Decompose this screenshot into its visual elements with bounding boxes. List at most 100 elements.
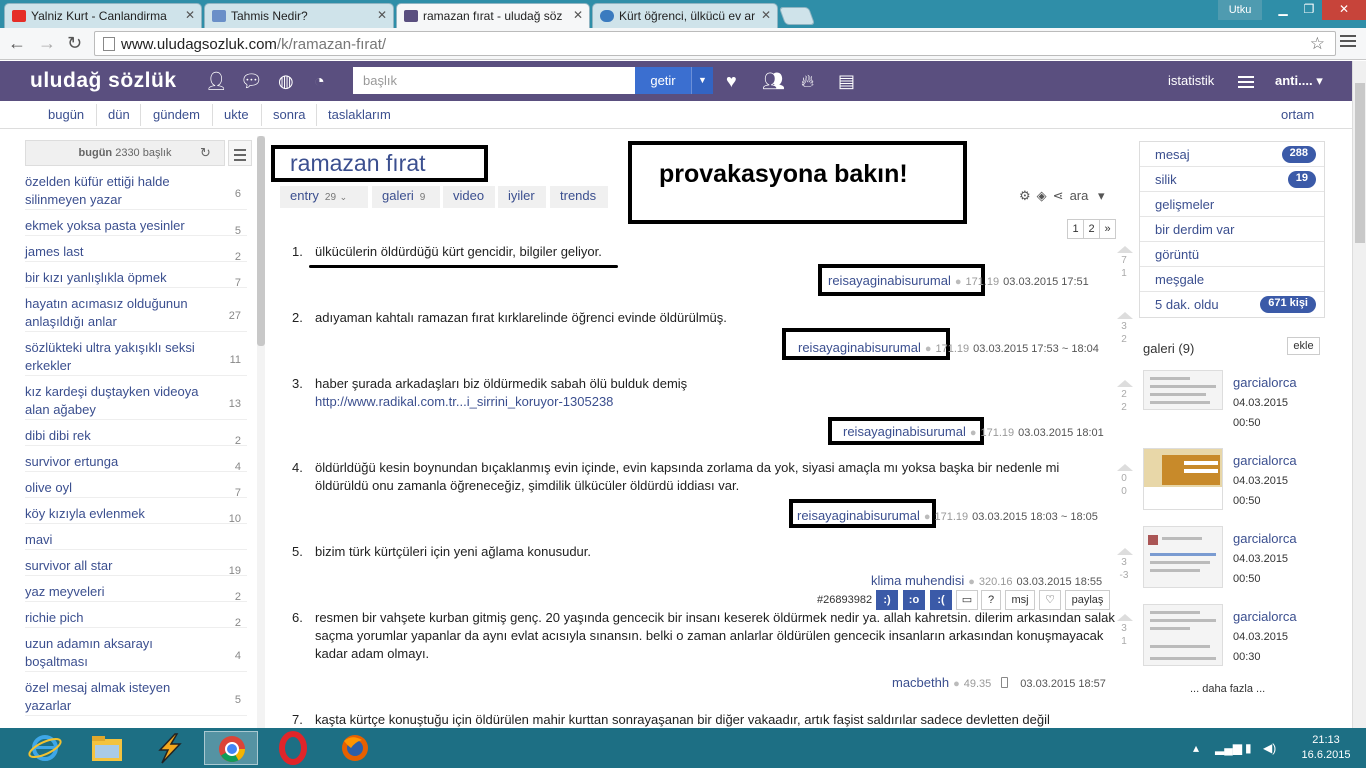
entry-date[interactable]: 03.03.2015 17:53 ~ 18:04 [973,343,1099,355]
browser-tab-kurt-ogrenci[interactable]: Kürt öğrenci, ülkücü ev ar ✕ [592,3,778,28]
sidebar-topic[interactable]: survivor all star 19 [25,557,247,577]
comment-icon[interactable]: ▭ [956,590,978,610]
gallery-thumbnail[interactable] [1143,448,1223,510]
entry-date[interactable]: 03.03.2015 18:01 [1018,427,1104,439]
menu-gelismeler[interactable]: gelişmeler [1140,192,1324,217]
gallery-thumbnail[interactable] [1143,370,1223,410]
back-icon[interactable]: ← [8,34,26,52]
minimize-button[interactable]: ▁ [1270,0,1296,20]
sidebar-topic[interactable]: hayatın acımasız olduğunun anlaşıldığı a… [25,295,247,332]
upvote-icon[interactable] [1117,464,1133,471]
network-icon[interactable]: ▂▄▆ [1215,741,1242,755]
share-button[interactable]: paylaş [1065,590,1110,610]
sidebar-topic[interactable]: uzun adamın aksarayı boşaltması 4 [25,635,247,672]
fire-icon[interactable]: 🔥︎ [801,71,814,91]
entry-author[interactable]: reisayaginabisurumal [843,424,966,439]
entry-date[interactable]: 03.03.2015 18:55 [1017,576,1103,588]
menu-icon[interactable] [1238,76,1254,91]
browser-menu-icon[interactable] [1340,35,1356,50]
vote-column[interactable]: 22 [1117,380,1133,414]
sidebar-topic[interactable]: bir kızı yanlışlıkla öpmek 7 [25,269,247,289]
taskbar-clock[interactable]: 21:13 16.6.2015 [1296,733,1356,763]
forward-icon[interactable]: → [38,34,56,52]
gallery-user[interactable]: garcialorca [1233,453,1297,468]
firefox-icon[interactable] [328,731,382,765]
site-logo[interactable]: uludağ sözlük [30,69,177,93]
share-icon[interactable]: ⋖ [1053,188,1064,203]
window-close-button[interactable]: ✕ [1322,0,1366,20]
tab-entry[interactable]: entry 29 ⌄ [280,186,368,208]
subnav-gundem[interactable]: gündem [153,107,200,122]
vote-column[interactable]: 3 -3 [1117,548,1133,582]
sidebar-topic[interactable]: olive oyl 7 [25,479,247,499]
sidebar-topic[interactable]: mavi [25,531,247,550]
vote-column[interactable]: 71 [1117,246,1133,280]
entry-date[interactable]: 03.03.2015 17:51 [1003,276,1089,288]
pie-chart-icon[interactable]: ◔ [314,71,325,91]
gallery-user[interactable]: garcialorca [1233,531,1297,546]
menu-mesgale[interactable]: meşgale [1140,267,1324,292]
sidebar-topic[interactable]: ekmek yoksa pasta yesinler 5 [25,217,247,237]
menu-mesaj[interactable]: mesaj 288 [1140,142,1324,167]
gallery-user[interactable]: garcialorca [1233,375,1297,390]
subnav-bugun[interactable]: bugün [48,107,84,122]
sidebar-topic[interactable]: özelden küfür ettiği halde silinmeyen ya… [25,173,247,210]
search-link[interactable]: ara ▾ [1070,188,1111,203]
tab-video[interactable]: video [443,186,495,208]
entry-author[interactable]: klima muhendisi [871,573,964,588]
file-explorer-icon[interactable] [80,731,134,765]
refresh-icon[interactable]: ↻ [200,145,211,161]
user-menu[interactable]: anti.... ▾ [1275,73,1323,89]
browser-user-badge[interactable]: Utku [1218,0,1262,20]
subnav-ukte[interactable]: ukte [224,107,249,122]
search-button[interactable]: getir [635,67,691,94]
sidebar-scrollbar[interactable] [257,136,265,728]
close-icon[interactable]: ✕ [573,8,583,22]
heart-icon[interactable]: ♡ [1039,590,1061,610]
sidebar-topic[interactable]: kız kardeşi duştayken videoya alan ağabe… [25,383,247,420]
upvote-icon[interactable] [1117,312,1133,319]
gallery-add-button[interactable]: ekle [1287,337,1320,355]
maximize-button[interactable]: ❐ [1296,0,1322,20]
winamp-icon[interactable] [142,731,196,765]
sidebar-topic[interactable]: dibi dibi rek 2 [25,427,247,447]
user-icon[interactable]: 👤︎ [205,71,228,91]
subnav-dun[interactable]: dün [108,107,130,122]
tab-trends[interactable]: trends [550,186,608,208]
page-1-button[interactable]: 1 [1067,219,1084,239]
upvote-icon[interactable] [1117,380,1133,387]
upvote-icon[interactable] [1117,614,1133,621]
close-icon[interactable]: ✕ [377,8,387,22]
sidebar-topic[interactable]: köy kızıyla evlenmek 10 [25,505,247,525]
book-icon[interactable]: ▤ [838,71,855,91]
chevron-up-icon[interactable]: ▴ [1193,741,1199,755]
internet-explorer-icon[interactable] [18,731,72,765]
opera-icon[interactable] [266,731,320,765]
istatistik-link[interactable]: istatistik [1168,73,1214,88]
close-icon[interactable]: ✕ [761,8,771,22]
bookmark-star-icon[interactable]: ☆ [1310,34,1325,54]
reload-icon[interactable]: ↻ [67,34,82,52]
gallery-user[interactable]: garcialorca [1233,609,1297,624]
tab-galeri[interactable]: galeri 9 [372,186,440,208]
menu-online[interactable]: 5 dak. oldu 671 kişi [1140,292,1324,317]
entry-link[interactable]: http://www.radikal.com.tr...i_sirrini_ko… [315,394,613,409]
smile-button[interactable]: :) [876,590,898,610]
close-icon[interactable]: ✕ [185,8,195,22]
browser-tab-tahmis[interactable]: Tahmis Nedir? ✕ [204,3,394,28]
people-icon[interactable]: 👥︎ [762,71,785,91]
entry-author[interactable]: macbethh [892,675,949,690]
vote-column[interactable]: 00 [1117,464,1133,498]
menu-silik[interactable]: silik 19 [1140,167,1324,192]
sidebar-topic[interactable]: james last 2 [25,243,247,263]
menu-bir-derdim-var[interactable]: bir derdim var [1140,217,1324,242]
globe-icon[interactable]: ◍ [278,71,294,91]
subnav-sonra[interactable]: sonra [273,107,306,122]
tag-icon[interactable]: ◈ [1037,188,1047,203]
subnav-taslaklarim[interactable]: taslaklarım [328,107,391,122]
page-title[interactable]: ramazan fırat [290,150,426,177]
url-bar[interactable]: www.uludagsozluk.com/k/ramazan-fırat/ ☆ [94,31,1336,56]
gallery-thumbnail[interactable] [1143,604,1223,666]
gallery-thumbnail[interactable] [1143,526,1223,588]
chrome-icon[interactable] [204,731,258,765]
